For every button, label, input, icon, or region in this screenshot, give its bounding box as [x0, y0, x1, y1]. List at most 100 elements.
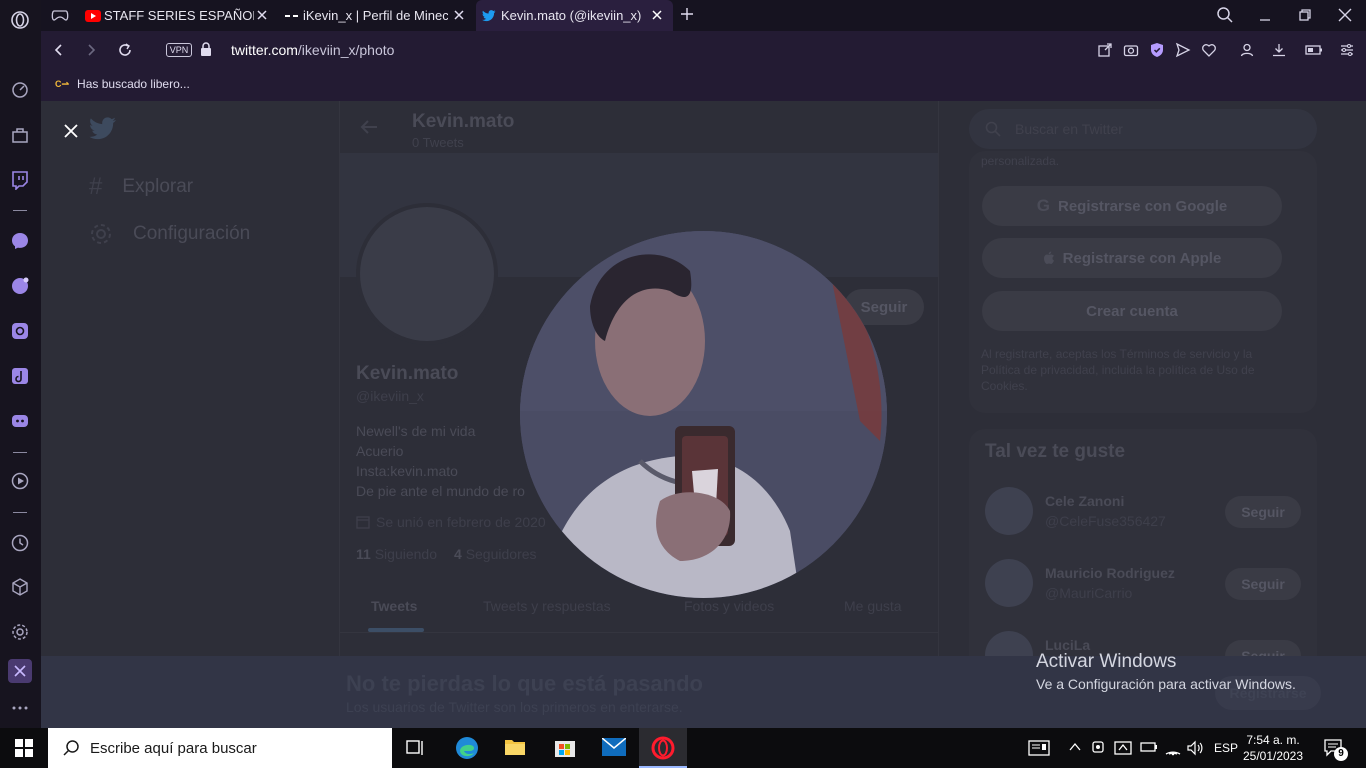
restore-icon[interactable]: [1297, 7, 1313, 23]
tab-likes[interactable]: Me gusta: [844, 598, 902, 614]
shopping-icon[interactable]: [10, 125, 30, 145]
address-bar: VPN twitter.com/ikeviin_x/photo: [41, 31, 1366, 69]
twitch-icon[interactable]: [10, 170, 30, 190]
file-explorer-icon[interactable]: [504, 737, 526, 757]
twitter-page: # Explorar Configuración Kevin.mato 0 Tw…: [41, 101, 1366, 728]
bio-line: Acuerio: [356, 443, 404, 459]
close-window-icon[interactable]: [1337, 7, 1353, 23]
suggested-user-name[interactable]: Mauricio Rodriguez: [1045, 565, 1175, 581]
messenger-icon[interactable]: [10, 231, 30, 251]
search-tabs-icon[interactable]: [1216, 6, 1234, 24]
follow-suggestion-button[interactable]: Seguir: [1225, 496, 1301, 528]
tab-namemc[interactable]: iKevin_x | Perfil de Minecraf: [285, 0, 465, 31]
suggestions-title: Tal vez te guste: [985, 441, 1126, 462]
download-icon[interactable]: [1271, 42, 1287, 58]
tab-tweets[interactable]: Tweets: [371, 598, 417, 614]
following-label: Siguiendo: [374, 546, 437, 562]
close-photo-icon[interactable]: [63, 123, 79, 139]
followers-count: 4: [454, 546, 462, 562]
opera-taskbar-button[interactable]: [639, 728, 687, 768]
profile-avatar[interactable]: [356, 203, 498, 345]
signup-apple-button[interactable]: Registrarse con Apple: [982, 238, 1282, 278]
taskbar-search-placeholder: Escribe aquí para buscar: [90, 739, 257, 757]
wifi-icon[interactable]: [1164, 740, 1182, 756]
discord-icon[interactable]: [10, 411, 30, 431]
close-tab-icon[interactable]: [254, 7, 270, 23]
activation-subtitle: Ve a Configuración para activar Windows.: [1036, 676, 1296, 692]
mail-icon[interactable]: [602, 738, 626, 756]
send-icon[interactable]: [1175, 42, 1191, 58]
close-tab-icon[interactable]: [649, 7, 665, 23]
youtube-icon: [85, 9, 101, 22]
nav-explore[interactable]: # Explorar: [89, 173, 193, 201]
share-icon[interactable]: [1097, 42, 1113, 58]
clock[interactable]: 7:54 a. m. 25/01/2023: [1242, 732, 1304, 764]
twitter-icon: [482, 9, 496, 22]
bookmark-item[interactable]: C⇀ Has buscado libero...: [55, 77, 190, 91]
profile-handle: @ikeviin_x: [356, 388, 424, 404]
notifications-icon[interactable]: 9: [1323, 738, 1348, 761]
tab-youtube[interactable]: STAFF SERIES ESPAÑOL | EL: [85, 0, 275, 31]
battery-icon[interactable]: [1140, 741, 1158, 753]
signup-google-button[interactable]: G Registrarse con Google: [982, 186, 1282, 226]
task-view-icon[interactable]: [405, 738, 425, 758]
calendar-icon: [356, 515, 370, 529]
followers-stat[interactable]: 4 Seguidores: [454, 546, 537, 562]
speed-dial-icon[interactable]: [10, 80, 30, 100]
lock-icon[interactable]: [200, 42, 212, 56]
suggested-user-name[interactable]: Cele Zanoni: [1045, 493, 1124, 509]
reload-icon[interactable]: [117, 42, 133, 58]
bio-line: Insta:kevin.mato: [356, 463, 458, 479]
news-widget-icon[interactable]: [1028, 739, 1050, 757]
taskbar-search[interactable]: Escribe aquí para buscar: [48, 728, 392, 768]
easy-setup-icon[interactable]: [8, 659, 32, 683]
profile-icon[interactable]: [1239, 42, 1255, 58]
tab-twitter-active[interactable]: Kevin.mato (@ikeviin_x) / Tw: [476, 0, 673, 31]
suggested-user-handle: @CeleFuse356427: [1045, 513, 1166, 529]
avatar[interactable]: [985, 559, 1033, 607]
whatsapp-icon[interactable]: [10, 276, 30, 296]
bookmark-label: Has buscado libero...: [77, 77, 190, 91]
nav-settings[interactable]: Configuración: [89, 222, 250, 246]
new-tab-icon[interactable]: [679, 6, 695, 22]
microsoft-store-icon[interactable]: [554, 736, 576, 758]
more-options-icon[interactable]: [10, 698, 30, 718]
windows-start-icon[interactable]: [15, 739, 33, 757]
easy-setup-menu-icon[interactable]: [1339, 42, 1355, 58]
follow-suggestion-button[interactable]: Seguir: [1225, 568, 1301, 600]
heart-icon[interactable]: [1201, 42, 1217, 58]
twitter-logo-icon[interactable]: [89, 117, 117, 141]
player-icon[interactable]: [10, 471, 30, 491]
following-stat[interactable]: 11 Siguiendo: [356, 546, 437, 562]
back-icon[interactable]: [51, 42, 67, 58]
adblock-shield-icon[interactable]: [1149, 42, 1165, 58]
edge-icon[interactable]: [455, 736, 479, 760]
tab-media[interactable]: Fotos y videos: [684, 598, 774, 614]
twitter-search[interactable]: Buscar en Twitter: [969, 109, 1317, 149]
vpn-badge[interactable]: VPN: [166, 43, 192, 57]
minimize-icon[interactable]: [1257, 7, 1273, 23]
avatar[interactable]: [985, 487, 1033, 535]
device-tray-icon[interactable]: [1114, 740, 1132, 756]
tab-tweets-replies[interactable]: Tweets y respuestas: [483, 598, 611, 614]
webcam-tray-icon[interactable]: [1091, 740, 1105, 756]
forward-icon[interactable]: [83, 42, 99, 58]
close-tab-icon[interactable]: [451, 7, 467, 23]
extensions-icon[interactable]: [10, 577, 30, 597]
show-hidden-icons-chevron-up-icon[interactable]: [1068, 740, 1082, 754]
snapshot-camera-icon[interactable]: [1123, 42, 1139, 58]
create-account-button[interactable]: Crear cuenta: [982, 291, 1282, 331]
signup-apple-label: Registrarse con Apple: [1062, 249, 1222, 267]
settings-icon[interactable]: [10, 622, 30, 642]
tiktok-icon[interactable]: [10, 366, 30, 386]
input-language[interactable]: ESP: [1214, 741, 1238, 755]
workspaces-gamepad-icon[interactable]: [51, 7, 69, 23]
opera-logo-icon[interactable]: [10, 10, 30, 30]
battery-saver-icon[interactable]: [1305, 42, 1323, 58]
history-icon[interactable]: [10, 533, 30, 553]
instagram-icon[interactable]: [10, 321, 30, 341]
back-arrow-icon[interactable]: [360, 119, 378, 135]
url-field[interactable]: twitter.com/ikeviin_x/photo: [231, 42, 394, 58]
signup-legal-text: Al registrarte, aceptas los Términos de …: [981, 347, 1255, 393]
volume-icon[interactable]: [1186, 740, 1204, 756]
